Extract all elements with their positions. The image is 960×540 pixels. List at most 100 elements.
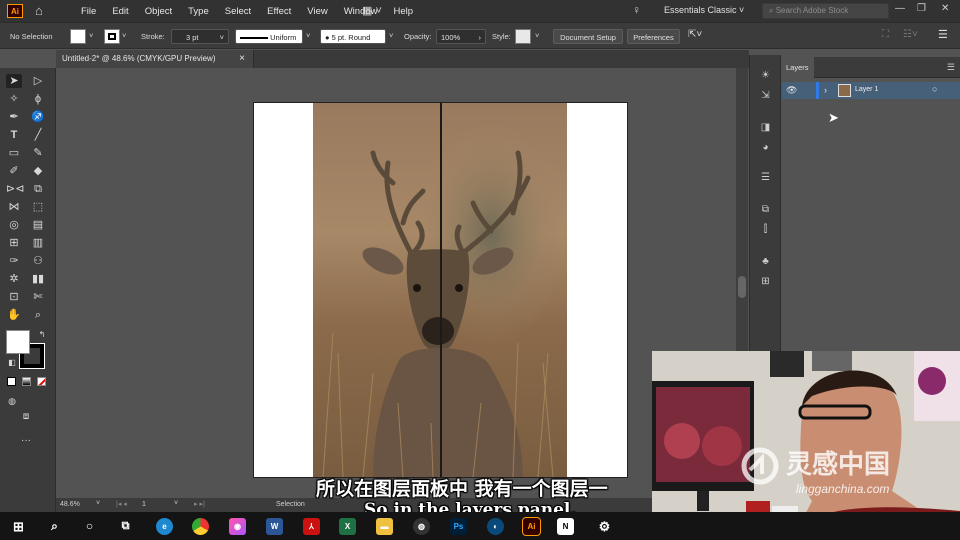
brush-definition[interactable]: ● 5 pt. Round (320, 29, 386, 44)
menu-edit[interactable]: Edit (104, 6, 136, 17)
default-colors-icon[interactable]: ◧ (4, 356, 20, 370)
menu-effect[interactable]: Effect (259, 6, 299, 17)
free-transform-icon[interactable]: ⬚ (30, 200, 46, 214)
layer-row[interactable]: 👁 › Layer 1 ○ (782, 82, 960, 99)
slice-tool-icon[interactable]: ✄ (30, 290, 46, 304)
scroll-thumb[interactable] (738, 276, 746, 298)
document-tab[interactable]: Untitled-2* @ 48.6% (CMYK/GPU Preview) × (56, 50, 254, 68)
more-tools-icon[interactable]: ··· (18, 434, 34, 448)
photos-icon[interactable]: ◉ (229, 518, 246, 535)
illustrator-icon[interactable]: Ai (522, 517, 541, 536)
fill-swatch[interactable] (70, 29, 86, 44)
paintbrush-icon[interactable]: ✎ (30, 146, 46, 160)
close-icon[interactable]: × (239, 53, 245, 64)
eraser-icon[interactable]: ◆ (30, 164, 46, 178)
magic-wand-icon[interactable]: ✧ (6, 92, 22, 106)
appearance-icon[interactable]: ◕ (758, 141, 773, 154)
artboard-number[interactable]: 1 (142, 501, 146, 508)
none-mode-icon[interactable] (37, 377, 46, 386)
arrange-documents-icon[interactable]: ▦ ˅ (362, 4, 386, 18)
curvature-tool-icon[interactable]: ♐ (30, 110, 46, 124)
artboard-tool-icon[interactable]: ⊡ (6, 290, 22, 304)
home-icon[interactable]: ⌂ (35, 4, 49, 17)
symbols-icon[interactable]: ♣ (758, 255, 773, 268)
lightbulb-icon[interactable]: ♀ (632, 3, 641, 17)
line-tool-icon[interactable]: ╱ (30, 128, 46, 142)
symbol-sprayer-icon[interactable]: ✲ (6, 272, 22, 286)
artboards-icon[interactable]: ⊞ (758, 275, 773, 288)
task-view-icon[interactable]: ⧉ (117, 518, 134, 535)
preferences-button[interactable]: Preferences (627, 29, 680, 44)
target-circle-icon[interactable]: ○ (932, 84, 937, 94)
zoom-level[interactable]: 48.6% (60, 501, 80, 508)
pathfinder-icon[interactable]: ⧉ (758, 203, 773, 216)
width-tool-icon[interactable]: ⋈ (6, 200, 22, 214)
settings-icon[interactable]: ⚙ (596, 518, 613, 535)
document-setup-button[interactable]: Document Setup (553, 29, 623, 44)
align-icon[interactable]: ☷˅ (903, 29, 918, 40)
export-icon[interactable]: ⇲ (758, 89, 773, 102)
scale-tool-icon[interactable]: ⧉ (30, 182, 46, 196)
chevron-down-icon[interactable]: ˅ (122, 31, 126, 40)
notion-icon[interactable]: N (557, 518, 574, 535)
minimize-icon[interactable]: — (895, 3, 905, 14)
stroke-swatch[interactable] (104, 29, 120, 44)
windows-start-icon[interactable]: ⊞ (10, 518, 27, 535)
stroke-panel-icon[interactable]: ☰ (758, 171, 773, 184)
chevron-down-icon[interactable]: ˅ (96, 500, 100, 507)
arrange-icon[interactable]: ⇱˅ (688, 29, 702, 40)
rectangle-tool-icon[interactable]: ▭ (6, 146, 22, 160)
edge-icon[interactable]: e (156, 518, 173, 535)
column-graph-icon[interactable]: ▮▮ (30, 272, 46, 286)
align-panel-icon[interactable]: ⫿ (758, 223, 773, 236)
menu-view[interactable]: View (299, 6, 335, 17)
swap-colors-icon[interactable]: ↰ (34, 328, 50, 342)
stock-search-input[interactable]: ⌕ Search Adobe Stock (762, 3, 889, 19)
search-icon[interactable]: ⌕ (46, 518, 63, 535)
lasso-icon[interactable]: ϕ (30, 92, 46, 106)
screen-mode-icon[interactable]: ⧈ (18, 410, 34, 424)
first-artboard-icon[interactable]: |◂ ◂ (116, 500, 127, 508)
transparency-icon[interactable]: ◨ (758, 121, 773, 134)
gradient-mode-icon[interactable] (22, 377, 31, 386)
layer-name[interactable]: Layer 1 (855, 86, 878, 93)
pen-tool-icon[interactable]: ✒ (6, 110, 22, 124)
gradient-tool-icon[interactable]: ▥ (30, 236, 46, 250)
mesh-tool-icon[interactable]: ⊞ (6, 236, 22, 250)
transform-icon[interactable]: ⛶ (882, 29, 889, 40)
variable-width-profile[interactable]: Uniform (235, 29, 303, 44)
photoshop-icon[interactable]: Ps (450, 518, 467, 535)
file-explorer-icon[interactable]: ▬ (376, 518, 393, 535)
eyedropper-icon[interactable]: ✑ (6, 254, 22, 268)
panel-menu-icon[interactable]: ☰ (938, 28, 948, 41)
shape-builder-icon[interactable]: ◎ (6, 218, 22, 232)
next-artboard-icon[interactable]: ▸ ▸| (194, 500, 205, 508)
chevron-down-icon[interactable]: ˅ (389, 31, 393, 40)
word-icon[interactable]: W (266, 518, 283, 535)
eye-icon[interactable]: 👁 (786, 85, 797, 96)
graphic-style-swatch[interactable] (515, 29, 531, 44)
expand-arrow-icon[interactable]: › (824, 85, 827, 95)
close-window-icon[interactable]: ✕ (941, 3, 949, 14)
opacity-field[interactable]: 100% › (436, 29, 486, 44)
menu-file[interactable]: File (73, 6, 104, 17)
chevron-down-icon[interactable]: ˅ (535, 31, 539, 40)
shaper-tool-icon[interactable]: ✐ (6, 164, 22, 178)
sun-icon[interactable]: ☀ (758, 69, 773, 82)
type-tool-icon[interactable]: T (6, 128, 22, 142)
blend-tool-icon[interactable]: ⚇ (30, 254, 46, 268)
divider-line[interactable] (440, 103, 442, 477)
chrome-icon[interactable] (192, 518, 209, 535)
chevron-down-icon[interactable]: ˅ (174, 500, 178, 507)
media-app-icon[interactable]: ◐ (487, 518, 504, 535)
menu-type[interactable]: Type (180, 6, 217, 17)
hand-tool-icon[interactable]: ✋ (6, 308, 22, 322)
stroke-weight-field[interactable]: 3 pt ˅ (171, 29, 229, 44)
selection-tool-icon[interactable]: ➤ (6, 74, 22, 88)
workspace-switcher[interactable]: Essentials Classic ˅ (664, 5, 744, 15)
zoom-tool-icon[interactable]: ⌕ (30, 308, 46, 322)
menu-help[interactable]: Help (386, 6, 422, 17)
direct-selection-tool-icon[interactable]: ▷ (30, 74, 46, 88)
menu-select[interactable]: Select (217, 6, 259, 17)
chevron-down-icon[interactable]: ˅ (89, 31, 93, 40)
